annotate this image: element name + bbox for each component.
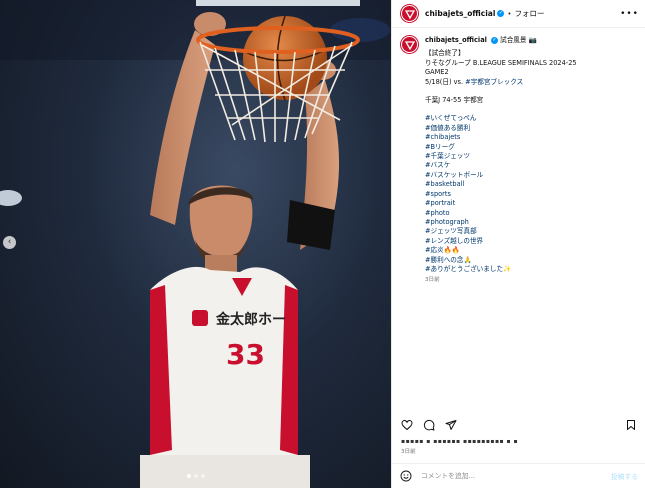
- jersey-sponsor: 金太郎ホー: [215, 311, 286, 328]
- heart-icon[interactable]: [401, 419, 413, 431]
- avatar[interactable]: [401, 5, 418, 22]
- post-time: 3日前: [401, 449, 416, 455]
- carousel-dot: [193, 474, 198, 478]
- header-username[interactable]: chibajets_official: [425, 9, 495, 18]
- hashtag-link[interactable]: #応炎🔥🔥: [425, 246, 577, 255]
- jersey-number: 33: [226, 338, 265, 371]
- caption-avatar[interactable]: [401, 36, 418, 53]
- hashtag-link[interactable]: #photograph: [425, 218, 577, 227]
- hashtag-link[interactable]: #バスケットボール: [425, 171, 577, 180]
- hashtag-link[interactable]: #sports: [425, 190, 577, 199]
- hashtag-link[interactable]: #ジェッツ写真部: [425, 227, 577, 236]
- photo-scene: 金太郎ホー 33: [0, 0, 391, 488]
- carousel-dot: [186, 474, 191, 478]
- chibajets-logo-icon: [404, 40, 415, 50]
- hashtag-link[interactable]: #portrait: [425, 199, 577, 208]
- verified-icon: ✓: [497, 10, 505, 17]
- carousel-prev-button[interactable]: ‹: [3, 236, 16, 249]
- hashtag-link[interactable]: #千葉ジェッツ: [425, 152, 577, 161]
- opponent-hashtag[interactable]: #宇都宮ブレックス: [465, 78, 523, 86]
- more-options-icon[interactable]: •••: [620, 9, 639, 19]
- hashtag-link[interactable]: #価値ある勝利: [425, 124, 577, 133]
- post-side-panel: chibajets_official ✓ • フォロー ••• chibajet…: [391, 0, 645, 488]
- hashtag-link[interactable]: #勝利への念🙏: [425, 256, 577, 265]
- share-icon[interactable]: [445, 419, 457, 431]
- arena-light: [0, 190, 22, 206]
- hashtag-link[interactable]: #Bリーグ: [425, 143, 577, 152]
- post-comment-button[interactable]: 投稿する: [611, 471, 638, 481]
- comment-input[interactable]: [421, 472, 611, 480]
- caption: chibajets_official ✓ 試合風景 📷 【試合終了】 りそなグル…: [401, 36, 637, 286]
- hashtag-link[interactable]: #basketball: [425, 180, 577, 189]
- caption-date: 5/18(日) vs.: [425, 77, 466, 86]
- caption-line: 【試合終了】: [425, 49, 465, 58]
- emoji-icon[interactable]: [400, 470, 412, 482]
- carousel-dot: [200, 474, 205, 478]
- hashtag-link[interactable]: #chibajets: [425, 133, 577, 142]
- hashtag-link[interactable]: #photo: [425, 209, 577, 218]
- caption-line: GAME2: [425, 68, 449, 77]
- verified-icon: ✓: [491, 36, 499, 44]
- hashtag-link[interactable]: #レンズ越しの世界: [425, 237, 577, 246]
- camera-icon: 📷: [528, 36, 537, 44]
- caption-date-line: 5/18(日) vs. #宇都宮ブレックス: [425, 78, 577, 87]
- action-bar: [401, 417, 637, 433]
- hashtag-link[interactable]: #ありがとうございました✨: [425, 265, 577, 274]
- caption-line: りそなグループ B.LEAGUE SEMIFINALS 2024-25: [425, 58, 577, 67]
- caption-header-tag: 試合風景: [500, 36, 527, 44]
- post-photo[interactable]: 金太郎ホー 33 ‹: [0, 0, 391, 488]
- likes-text[interactable]: ▪▪▪▪▪ ▪ ▪▪▪▪▪▪ ▪▪▪▪▪▪▪▪▪ ▪ ▪: [401, 438, 518, 445]
- chibajets-logo-icon: [404, 9, 415, 19]
- comment-icon[interactable]: [423, 419, 435, 431]
- bookmark-icon[interactable]: [625, 419, 637, 431]
- post-header: chibajets_official ✓ • フォロー •••: [392, 0, 645, 28]
- hashtag-link[interactable]: #いくぜてっぺん: [425, 114, 577, 123]
- comment-bar: 投稿する: [392, 463, 645, 488]
- caption-time: 3日前: [425, 277, 440, 284]
- header-separator: •: [507, 9, 512, 18]
- hashtag-list: #いくぜてっぺん #価値ある勝利 #chibajets #Bリーグ #千葉ジェッツ #バス…: [425, 114, 577, 274]
- carousel-dots: [0, 463, 391, 482]
- hashtag-link[interactable]: #バスケ: [425, 161, 577, 170]
- caption-score: 千葉J 74-55 宇都宮: [425, 96, 484, 105]
- caption-username[interactable]: chibajets_official: [425, 36, 487, 44]
- follow-button[interactable]: フォロー: [515, 8, 545, 19]
- jersey: [150, 266, 298, 460]
